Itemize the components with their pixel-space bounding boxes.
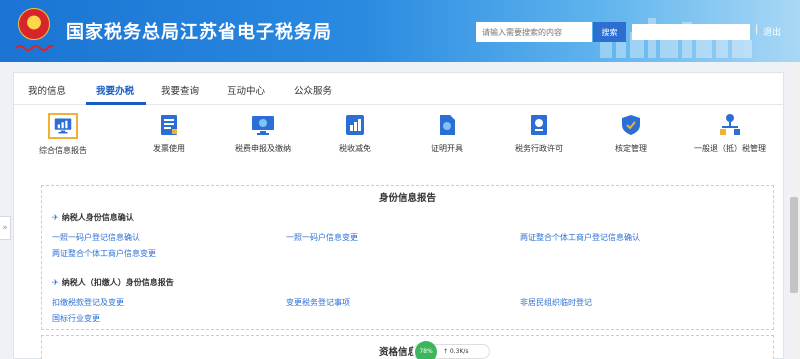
- invoice-document-icon: [161, 115, 177, 135]
- section-title: 资格信息报告: [378, 347, 436, 358]
- scroll-thumb[interactable]: [790, 197, 798, 293]
- category-label: 综合信息报告: [39, 146, 87, 155]
- header-separator: |: [755, 24, 759, 35]
- speed-text: ↑ 0.3K/s: [443, 348, 469, 355]
- link-item[interactable]: 扣缴税款登记及变更: [52, 297, 124, 308]
- main-panel: 我的信息 我要办税 我要查询 互动中心 公众服务 综合信息报告 发票使用 税费申…: [13, 72, 785, 359]
- user-name-field: [632, 24, 750, 40]
- category-label: 一般退（抵）税管理: [694, 144, 766, 153]
- link-item[interactable]: 两证整合个体工商户信息变更: [52, 248, 156, 259]
- link-item[interactable]: 两证整合个体工商户登记信息确认: [520, 232, 640, 243]
- plane-arrow-icon: ✈: [52, 278, 59, 287]
- category-invoice[interactable]: 发票使用: [124, 113, 214, 154]
- page-scrollbar[interactable]: [788, 62, 800, 359]
- tax-reduction-chart-icon: [346, 115, 364, 135]
- category-label: 核定管理: [615, 144, 647, 153]
- group-title: ✈ 纳税人身份信息确认: [52, 213, 134, 222]
- search-button[interactable]: 搜索: [593, 22, 626, 42]
- category-label: 证明开具: [431, 144, 463, 153]
- link-item[interactable]: 非居民组织临时登记: [520, 297, 592, 308]
- category-declaration-payment[interactable]: 税费申报及缴纳: [218, 113, 308, 154]
- category-admin-license[interactable]: 税务行政许可: [494, 113, 584, 154]
- category-label: 税收减免: [339, 144, 371, 153]
- network-nodes-icon: [720, 114, 740, 135]
- network-speed-widget[interactable]: 78% ↑ 0.3K/s: [412, 341, 490, 359]
- active-tab-indicator: [86, 102, 146, 105]
- tab-query[interactable]: 我要查询: [161, 83, 199, 97]
- group-title: ✈ 纳税人（扣缴人）身份信息报告: [52, 278, 174, 287]
- category-comprehensive-report[interactable]: 综合信息报告: [18, 113, 108, 156]
- category-label: 税费申报及缴纳: [235, 144, 291, 153]
- identity-report-section: 身份信息报告 ✈ 纳税人身份信息确认 一照一码户登记信息确认 一照一码户信息变更 …: [41, 185, 774, 330]
- site-header: 国家税务总局江苏省电子税务局 搜索 | 退出: [0, 0, 800, 62]
- national-emblem-logo: [14, 6, 54, 52]
- plane-arrow-icon: ✈: [52, 213, 59, 222]
- monitor-chart-icon: [48, 113, 78, 139]
- monitor-declare-icon: [252, 116, 274, 135]
- link-item[interactable]: 国标行业变更: [52, 313, 100, 324]
- link-item[interactable]: 变更税务登记事项: [286, 297, 350, 308]
- link-item[interactable]: 一照一码户信息变更: [286, 232, 358, 243]
- tab-interaction[interactable]: 互动中心: [227, 83, 265, 97]
- admin-license-icon: [531, 115, 547, 135]
- link-item[interactable]: 一照一码户登记信息确认: [52, 232, 140, 243]
- category-certificate[interactable]: 证明开具: [402, 113, 492, 154]
- section-title: 身份信息报告: [378, 193, 436, 204]
- tab-my-info[interactable]: 我的信息: [28, 83, 66, 97]
- category-bar: 综合信息报告 发票使用 税费申报及缴纳 税收减免 证明开具 税务行政许可 核定管…: [14, 113, 785, 175]
- category-tax-reduction[interactable]: 税收减免: [310, 113, 400, 154]
- logout-link[interactable]: 退出: [763, 25, 781, 38]
- search-input[interactable]: [476, 22, 592, 42]
- category-refund-management[interactable]: 一般退（抵）税管理: [680, 113, 780, 154]
- sidebar-expand-toggle[interactable]: »: [0, 216, 11, 240]
- main-tabs: 我的信息 我要办税 我要查询 互动中心 公众服务: [14, 73, 785, 105]
- site-title: 国家税务总局江苏省电子税务局: [66, 22, 332, 43]
- category-label: 税务行政许可: [515, 144, 563, 153]
- tab-tax-handling[interactable]: 我要办税: [96, 83, 134, 97]
- category-verification-management[interactable]: 核定管理: [586, 113, 676, 154]
- certificate-document-icon: [440, 115, 455, 135]
- tab-public-service[interactable]: 公众服务: [294, 83, 332, 97]
- speed-badge: 78%: [415, 341, 437, 359]
- category-label: 发票使用: [153, 144, 185, 153]
- shield-check-icon: [622, 115, 640, 135]
- qualification-report-section: 资格信息报告: [41, 335, 774, 359]
